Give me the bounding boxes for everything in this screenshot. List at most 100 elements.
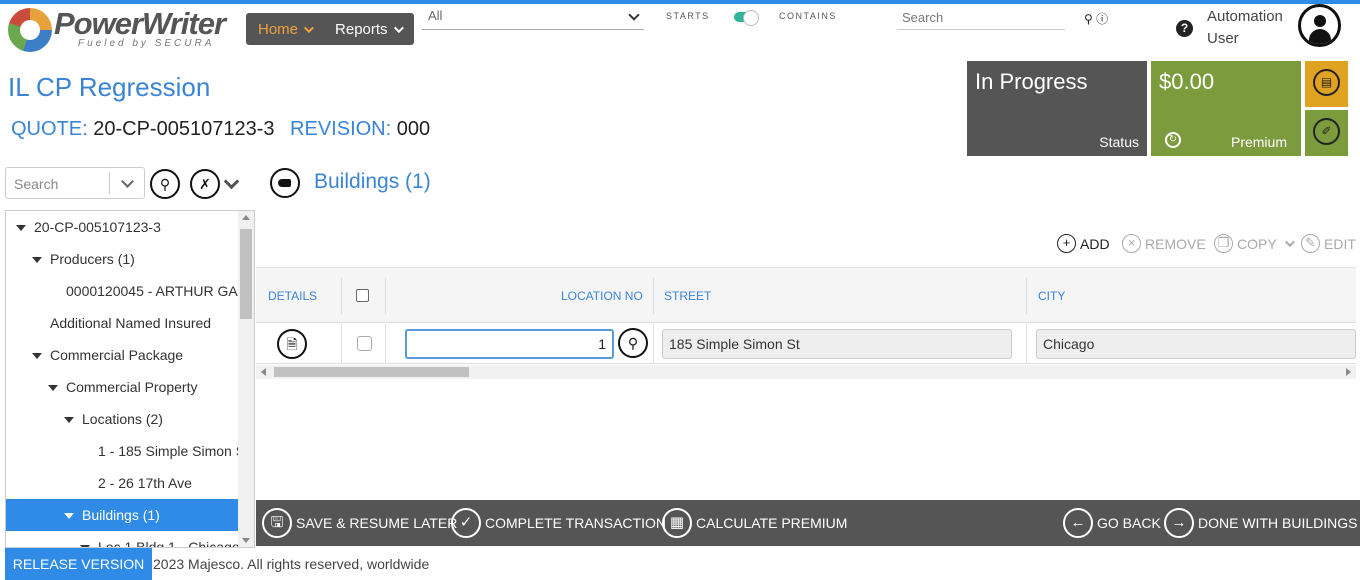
- premium-tile: $0.00 ↻ Premium: [1151, 61, 1301, 156]
- tools-icon[interactable]: ✗: [190, 169, 220, 199]
- search-scope-value: All: [428, 8, 443, 23]
- tree-item[interactable]: Locations (2): [6, 403, 238, 435]
- add-label: ADD: [1080, 235, 1110, 252]
- column-header-city[interactable]: CITY: [1038, 289, 1065, 303]
- main-nav: Home Reports: [246, 13, 414, 45]
- calculator-icon: ▦: [662, 508, 692, 538]
- notes-icon: ▤: [1313, 69, 1340, 96]
- search-icon[interactable]: ⚲: [1084, 12, 1093, 26]
- tree-item[interactable]: 1 - 185 Simple Simon St: [6, 435, 238, 467]
- refresh-icon[interactable]: ↻: [1165, 132, 1181, 148]
- search-icon[interactable]: ⚲: [618, 328, 648, 358]
- user-name: Automation User: [1207, 6, 1283, 50]
- quote-label: QUOTE:: [11, 118, 88, 140]
- tree-item[interactable]: Loc 1 Bldg 1 - Chicago: [6, 531, 238, 548]
- expand-triangle-icon[interactable]: [64, 513, 74, 520]
- tree-item-label: 2 - 26 17th Ave: [98, 475, 192, 491]
- expand-triangle-icon[interactable]: [16, 225, 26, 232]
- divider: [109, 172, 110, 194]
- expand-triangle-icon[interactable]: [32, 353, 42, 360]
- scroll-left-icon[interactable]: [261, 368, 266, 376]
- collapse-panel-icon[interactable]: [270, 168, 300, 198]
- done-label: DONE WITH BUILDINGS: [1198, 515, 1358, 531]
- arrow-left-icon: ←: [1063, 508, 1093, 538]
- done-with-buildings-button[interactable]: → DONE WITH BUILDINGS: [1164, 508, 1357, 538]
- policy-tree: 20-CP-005107123-3 Producers (1) 00001200…: [5, 210, 255, 548]
- column-header-street[interactable]: STREET: [664, 289, 711, 303]
- expand-triangle-icon[interactable]: [32, 257, 42, 264]
- expand-triangle-icon[interactable]: [64, 417, 74, 424]
- scroll-right-icon[interactable]: [1346, 368, 1351, 376]
- info-icon[interactable]: ⓘ: [1096, 12, 1108, 26]
- search-icon[interactable]: ⚲: [150, 169, 180, 199]
- column-header-location-no[interactable]: LOCATION NO: [561, 289, 643, 303]
- premium-value: $0.00: [1159, 69, 1215, 94]
- user-name-first: Automation: [1207, 8, 1283, 25]
- attachments-tile[interactable]: ✐: [1305, 110, 1348, 156]
- scroll-up-icon[interactable]: [242, 215, 250, 220]
- powerwriter-logo[interactable]: PowerWriter Fueled by SECURA: [8, 6, 238, 52]
- add-button[interactable]: + ADD: [1057, 234, 1110, 253]
- save-icon: 🖫: [262, 508, 292, 538]
- scroll-thumb[interactable]: [240, 229, 252, 319]
- column-divider: [385, 324, 386, 364]
- logo-mark-icon: [8, 8, 52, 52]
- tree-search-input[interactable]: Search: [5, 167, 145, 199]
- nav-reports[interactable]: Reports: [323, 21, 413, 38]
- tree-item-label: Buildings (1): [82, 507, 160, 523]
- notes-tile[interactable]: ▤: [1305, 61, 1348, 107]
- save-resume-button[interactable]: 🖫 SAVE & RESUME LATER: [262, 508, 457, 538]
- details-document-icon[interactable]: 🗎: [277, 329, 307, 359]
- column-divider: [385, 278, 386, 314]
- tree-item-selected[interactable]: Buildings (1): [6, 499, 238, 531]
- go-back-button[interactable]: ← GO BACK: [1063, 508, 1161, 538]
- calculate-label: CALCULATE PREMIUM: [696, 515, 848, 531]
- tree-item[interactable]: Commercial Property: [6, 371, 238, 403]
- select-all-checkbox[interactable]: [356, 289, 369, 302]
- remove-button[interactable]: × REMOVE: [1122, 234, 1206, 253]
- location-no-input[interactable]: 1: [405, 329, 614, 359]
- contains-label: CONTAINS: [779, 11, 837, 21]
- tree-item[interactable]: Additional Named Insured: [6, 307, 238, 339]
- copy-icon: ❐: [1214, 234, 1233, 253]
- starts-contains-toggle[interactable]: [734, 10, 759, 26]
- grid-horizontal-scrollbar[interactable]: [256, 365, 1356, 379]
- copy-button[interactable]: ❐ COPY: [1214, 234, 1295, 253]
- tree-scrollbar[interactable]: [238, 211, 254, 547]
- search-scope-select[interactable]: All: [422, 6, 644, 30]
- global-search-input[interactable]: Search: [897, 8, 1065, 30]
- expand-triangle-icon[interactable]: [48, 385, 58, 392]
- copy-label: COPY: [1237, 235, 1277, 252]
- tree-item[interactable]: 0000120045 - ARTHUR GALLAGHER: [6, 275, 238, 307]
- avatar[interactable]: [1298, 4, 1341, 47]
- scroll-thumb[interactable]: [274, 367, 469, 377]
- edit-button[interactable]: ✎ EDIT: [1301, 234, 1356, 253]
- tree-item[interactable]: 2 - 26 17th Ave: [6, 467, 238, 499]
- chevron-down-icon[interactable]: [223, 173, 240, 190]
- go-back-label: GO BACK: [1097, 515, 1161, 531]
- status-value: In Progress: [975, 69, 1088, 94]
- tree-item[interactable]: Producers (1): [6, 243, 238, 275]
- section-title: Buildings (1): [314, 170, 431, 193]
- row-checkbox[interactable]: [357, 336, 372, 351]
- tree-item-label: Commercial Property: [66, 379, 198, 395]
- tree-item[interactable]: 20-CP-005107123-3: [6, 211, 238, 243]
- plus-icon: +: [1057, 234, 1076, 253]
- street-field: 185 Simple Simon St: [662, 329, 1012, 359]
- tree-item-label: Additional Named Insured: [50, 315, 212, 331]
- nav-home[interactable]: Home: [246, 21, 323, 38]
- release-version-button[interactable]: RELEASE VERSION: [5, 548, 152, 580]
- column-header-details: DETAILS: [268, 289, 318, 303]
- scroll-down-icon[interactable]: [242, 538, 250, 543]
- tree-item-label: 1 - 185 Simple Simon St: [98, 443, 238, 459]
- calculate-premium-button[interactable]: ▦ CALCULATE PREMIUM: [662, 508, 847, 538]
- tree-item[interactable]: Commercial Package: [6, 339, 238, 371]
- help-icon[interactable]: ?: [1176, 20, 1193, 37]
- tree-item-label: Loc 1 Bldg 1 - Chicago: [98, 539, 238, 548]
- chevron-down-icon[interactable]: [121, 175, 134, 188]
- remove-label: REMOVE: [1145, 235, 1206, 252]
- copyright-text: 2023 Majesco. All rights reserved, world…: [153, 556, 430, 572]
- nav-reports-label: Reports: [335, 20, 388, 38]
- column-divider: [653, 324, 654, 364]
- complete-transaction-button[interactable]: ✓ COMPLETE TRANSACTION: [451, 508, 666, 538]
